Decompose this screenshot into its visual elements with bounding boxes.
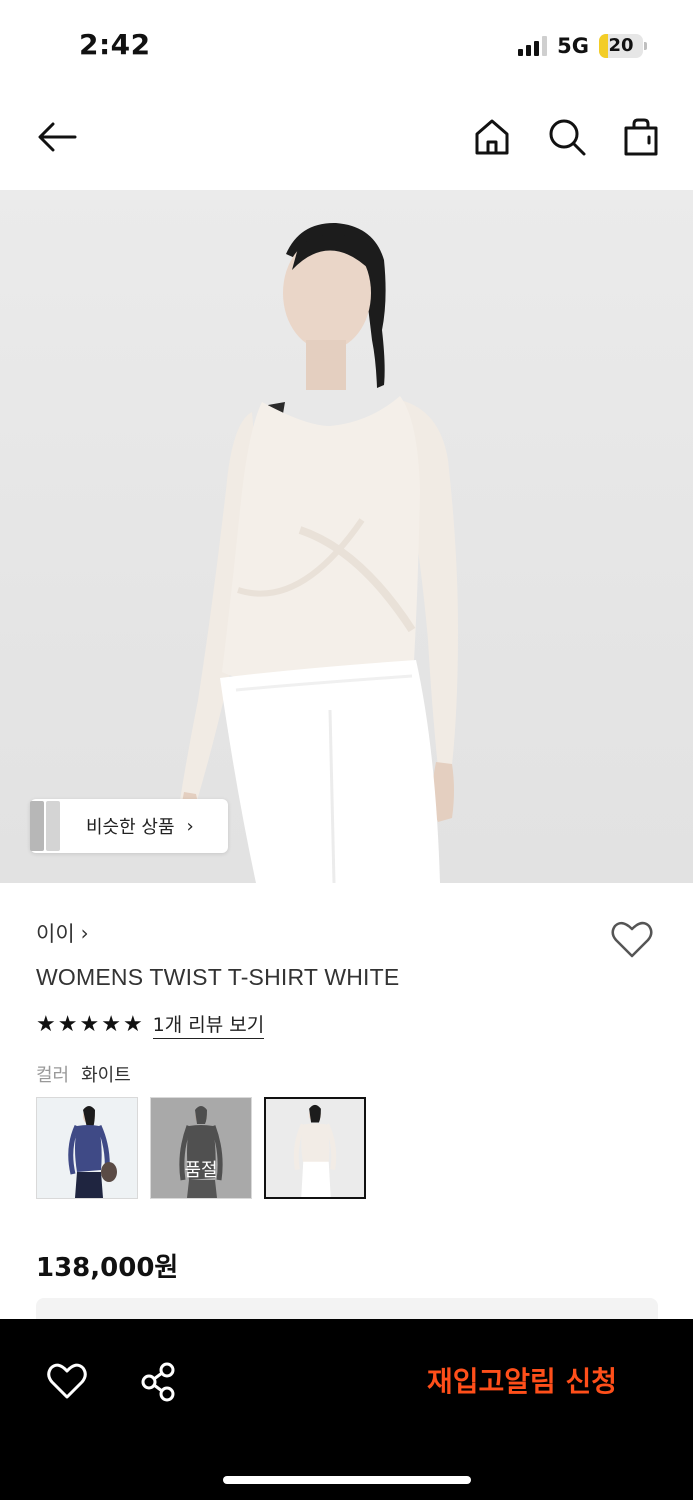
wishlist-bottom-button[interactable] (46, 1361, 88, 1403)
color-swatches: 품절 (36, 1097, 366, 1199)
heart-icon (47, 1363, 87, 1399)
shopping-bag-icon (624, 118, 658, 156)
color-label: 컬러 (36, 1065, 70, 1086)
bag-button[interactable] (616, 112, 666, 162)
soldout-badge: 품절 (184, 1160, 218, 1181)
product-image[interactable]: 비슷한 상품 › (0, 190, 693, 883)
swatch-photo (266, 1099, 364, 1197)
status-time: 2:42 (79, 28, 151, 61)
color-swatch-navy[interactable] (36, 1097, 138, 1199)
top-nav (0, 100, 693, 180)
brand-name: 이이 (36, 922, 75, 946)
chevron-right-icon: › (186, 815, 194, 837)
signal-bars-icon (518, 36, 548, 56)
bottom-action-bar: 재입고알림 신청 (0, 1319, 693, 1500)
status-indicators: 5G 20 (518, 32, 647, 60)
battery-level: 20 (608, 35, 634, 56)
product-price: 138,000원 (36, 1253, 179, 1283)
share-button[interactable] (138, 1361, 180, 1403)
star-icon: ★ (79, 1012, 100, 1037)
star-icon: ★ (122, 1012, 143, 1037)
home-indicator (223, 1476, 471, 1484)
swatch-photo (37, 1098, 137, 1198)
battery-icon: 20 (599, 34, 647, 58)
back-button[interactable] (32, 112, 82, 162)
product-title: WOMENS TWIST T-SHIRT WHITE (36, 964, 400, 990)
chevron-right-icon: › (80, 921, 89, 945)
star-icon: ★ (101, 1012, 121, 1037)
star-icon: ★ (36, 1012, 56, 1037)
star-icon: ★ (57, 1012, 78, 1037)
wishlist-button[interactable] (609, 918, 655, 962)
color-swatch-white[interactable] (264, 1097, 366, 1199)
home-button[interactable] (467, 112, 517, 162)
search-button[interactable] (542, 112, 592, 162)
color-value: 화이트 (81, 1065, 131, 1086)
soldout-overlay (151, 1098, 251, 1198)
rating-row: ★ ★ ★ ★ ★ 1개 리뷰 보기 (36, 1010, 265, 1040)
brand-link[interactable]: 이이 › (36, 918, 89, 948)
heart-icon (611, 921, 653, 958)
color-row: 컬러 화이트 (36, 1061, 131, 1087)
model-photo (180, 222, 458, 883)
search-icon (549, 119, 586, 156)
home-icon (475, 119, 509, 155)
review-link[interactable]: 1개 리뷰 보기 (152, 1012, 265, 1039)
color-swatch-black[interactable]: 품절 (150, 1097, 252, 1199)
arrow-left-icon (38, 122, 77, 152)
star-rating: ★ ★ ★ ★ ★ (36, 1010, 143, 1040)
similar-products-button[interactable]: 비슷한 상품 › (30, 799, 228, 853)
network-label: 5G (557, 34, 589, 58)
share-icon (141, 1362, 175, 1402)
status-bar: 2:42 5G 20 (0, 0, 693, 90)
similar-thumbnails (30, 799, 66, 853)
similar-products-label: 비슷한 상품 (86, 817, 175, 838)
restock-alert-button[interactable]: 재입고알림 신청 (392, 1347, 652, 1413)
